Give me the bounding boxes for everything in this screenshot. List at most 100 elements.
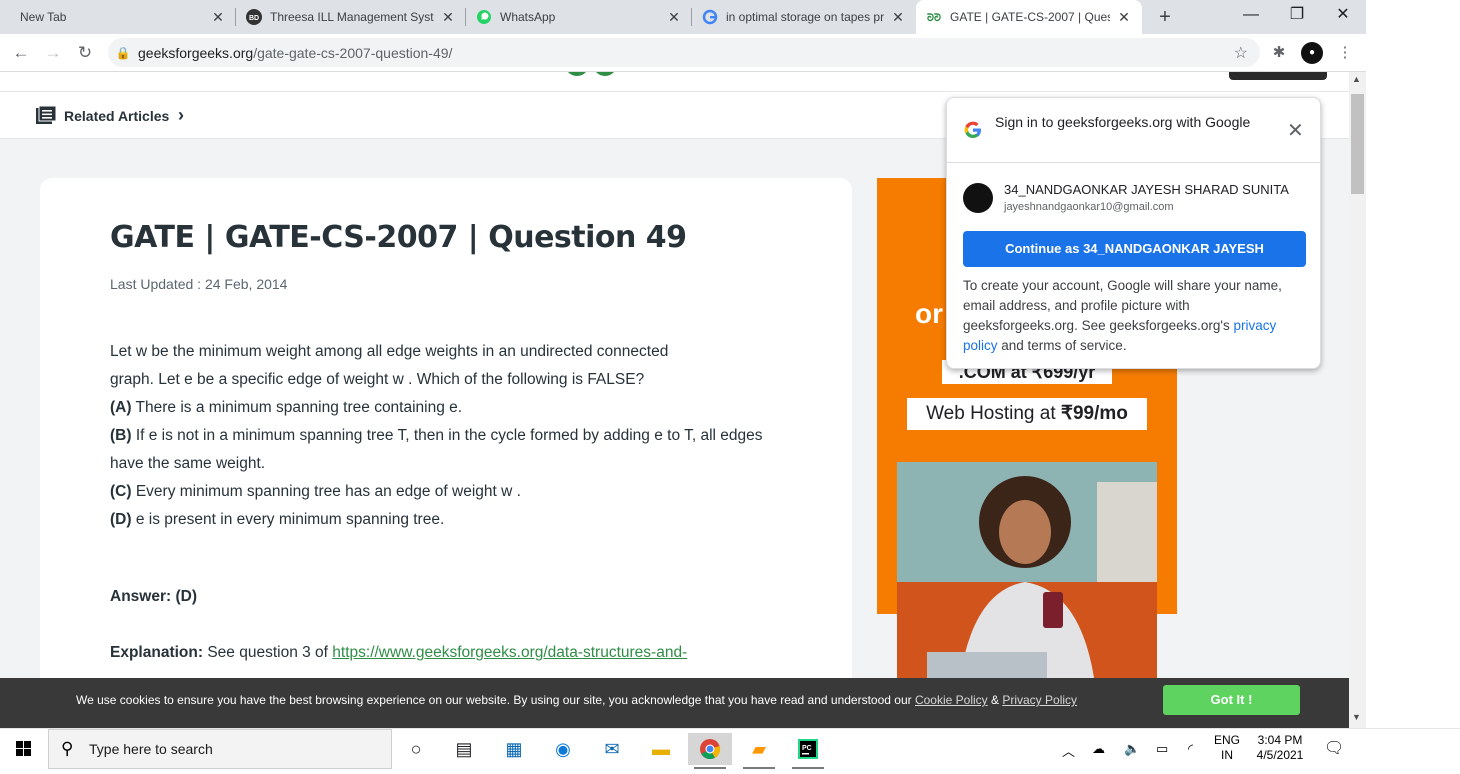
speaker-icon[interactable]: 🔈: [1124, 741, 1140, 757]
signin-title: Sign in to geeksforgeeks.org with Google: [995, 114, 1251, 130]
scroll-up-arrow-icon[interactable]: ▲: [1352, 74, 1361, 84]
tab-new-tab[interactable]: New Tab ✕: [0, 0, 236, 34]
extensions-puzzle-icon[interactable]: ✱: [1268, 42, 1290, 64]
google-signin-popup: Sign in to geeksforgeeks.org with Google…: [946, 97, 1321, 369]
profile-avatar[interactable]: ●: [1301, 42, 1323, 64]
tab-whatsapp[interactable]: WhatsApp ✕: [466, 0, 692, 34]
option-c: (C) Every minimum spanning tree has an e…: [110, 483, 521, 500]
chevron-up-icon[interactable]: ︿: [1062, 741, 1075, 760]
battery-icon[interactable]: ▭: [1156, 741, 1168, 757]
minimize-icon[interactable]: —: [1228, 0, 1274, 34]
svg-text:ᘐᘑ: ᘐᘑ: [927, 12, 941, 24]
question-line: Let w be the minimum weight among all ed…: [110, 343, 669, 360]
account-avatar: [963, 183, 993, 213]
edge-icon[interactable]: ◉: [541, 733, 585, 765]
chevron-right-icon: ›: [178, 105, 184, 125]
cookie-text: We use cookies to ensure you have the be…: [76, 693, 1078, 707]
cortana-circle-icon[interactable]: ○: [394, 733, 438, 765]
mail-icon[interactable]: ✉: [590, 733, 634, 765]
related-articles-label: Related Articles: [64, 108, 170, 124]
search-placeholder: Type here to search: [89, 741, 213, 757]
google-icon: [702, 9, 718, 25]
close-icon[interactable]: ✕: [890, 9, 906, 26]
option-a: (A) There is a minimum spanning tree con…: [110, 399, 463, 416]
address-bar[interactable]: 🔒 geeksforgeeks.org/gate-gate-cs-2007-qu…: [108, 38, 1260, 67]
account-email: jayeshnandgaonkar10@gmail.com: [1004, 201, 1174, 213]
option-b: (B) If e is not in a minimum spanning tr…: [110, 427, 763, 472]
sublime-text-icon[interactable]: ▰: [737, 733, 781, 769]
article-card: GATE | GATE-CS-2007 | Question 49 Last U…: [40, 178, 852, 678]
lock-icon[interactable]: 🔒: [108, 46, 138, 60]
answer: Answer: (D): [110, 588, 197, 605]
last-updated: Last Updated : 24 Feb, 2014: [110, 276, 288, 292]
google-g-icon: [964, 121, 981, 138]
close-icon[interactable]: ✕: [666, 9, 682, 26]
url-path: /gate-gate-cs-2007-question-49/: [253, 44, 453, 61]
ad-partial-text: or: [915, 298, 943, 329]
windows-taskbar: ⚲ Type here to search ○ ▤ ▦ ◉ ✉ ▬ ▰ PC ︿…: [0, 728, 1460, 769]
browser-toolbar: ← → ↻ 🔒 geeksforgeeks.org/gate-gate-cs-2…: [0, 34, 1366, 72]
pycharm-icon[interactable]: PC: [786, 733, 830, 769]
close-icon[interactable]: ✕: [210, 9, 226, 26]
new-tab-button[interactable]: +: [1152, 4, 1178, 30]
gfg-icon: ᘐᘑ: [926, 9, 942, 25]
whatsapp-icon: [476, 9, 492, 25]
cookie-banner: We use cookies to ensure you have the be…: [0, 678, 1349, 728]
explanation-link[interactable]: https://www.geeksforgeeks.org/data-struc…: [332, 644, 687, 661]
close-icon[interactable]: ✕: [1287, 118, 1304, 143]
tab-title: New Tab: [20, 10, 67, 24]
windows-start-icon[interactable]: [0, 729, 48, 769]
onedrive-cloud-icon[interactable]: ☁: [1092, 741, 1105, 757]
notification-icon[interactable]: 🗨: [1324, 738, 1344, 758]
bd-icon: BD: [246, 9, 262, 25]
search-icon: ⚲: [61, 739, 74, 758]
tab-strip: New Tab ✕ BD Threesa ILL Management Syst…: [0, 0, 1366, 34]
tab-google-search[interactable]: in optimal storage on tapes pr ✕: [692, 0, 916, 34]
system-clock[interactable]: 3:04 PM 4/5/2021: [1252, 733, 1308, 763]
ad-hosting-price: Web Hosting at ₹99/mo: [907, 398, 1147, 430]
header-button[interactable]: [1229, 72, 1327, 80]
restore-icon[interactable]: ❐: [1274, 0, 1320, 34]
privacy-policy-link[interactable]: Privacy Policy: [1002, 693, 1077, 707]
tab-threesa[interactable]: BD Threesa ILL Management Syste ✕: [236, 0, 466, 34]
tab-title: in optimal storage on tapes pr: [726, 10, 884, 24]
option-d: (D) e is present in every minimum spanni…: [110, 511, 445, 528]
close-icon[interactable]: ✕: [440, 9, 456, 26]
tab-gate-question[interactable]: ᘐᘑ GATE | GATE-CS-2007 | Questio ✕: [916, 0, 1142, 34]
svg-text:BD: BD: [249, 15, 259, 22]
wifi-icon[interactable]: ◜: [1188, 741, 1193, 757]
svg-text:PC: PC: [802, 745, 812, 752]
reload-icon[interactable]: ↻: [72, 40, 98, 66]
continue-as-button[interactable]: Continue as 34_NANDGAONKAR JAYESH: [963, 231, 1306, 267]
tab-title: GATE | GATE-CS-2007 | Questio: [950, 10, 1110, 24]
page-scrollbar[interactable]: ▲ ▼: [1349, 72, 1366, 728]
taskbar-search-box[interactable]: ⚲ Type here to search: [48, 729, 392, 769]
page-title: GATE | GATE-CS-2007 | Question 49: [110, 220, 687, 255]
gfg-logo[interactable]: [565, 72, 621, 76]
scroll-down-arrow-icon[interactable]: ▼: [1352, 712, 1361, 722]
kebab-menu-icon[interactable]: ⋮: [1334, 42, 1356, 64]
articles-icon: [36, 106, 56, 124]
bookmark-star-icon[interactable]: ☆: [1234, 43, 1248, 63]
account-name: 34_NANDGAONKAR JAYESH SHARAD SUNITA: [1004, 182, 1289, 197]
chrome-icon[interactable]: [688, 733, 732, 769]
task-view-icon[interactable]: ▤: [442, 733, 486, 765]
language-indicator[interactable]: ENG IN: [1214, 733, 1240, 763]
explanation: Explanation: See question 3 of https://w…: [110, 644, 688, 661]
forward-arrow-icon[interactable]: →: [40, 40, 66, 66]
question-line: graph. Let e be a specific edge of weigh…: [110, 371, 645, 388]
close-icon[interactable]: ✕: [1116, 9, 1132, 26]
back-arrow-icon[interactable]: ←: [8, 40, 34, 66]
tab-title: WhatsApp: [500, 10, 556, 24]
scrollbar-thumb[interactable]: [1351, 94, 1364, 194]
desktop-background: [1366, 0, 1460, 728]
site-header-partial: [0, 72, 1349, 92]
cookie-policy-link[interactable]: Cookie Policy: [915, 693, 988, 707]
window-close-icon[interactable]: ✕: [1320, 0, 1366, 34]
question-text: Let w be the minimum weight among all ed…: [110, 338, 790, 534]
store-icon[interactable]: ▦: [492, 733, 536, 765]
file-explorer-icon[interactable]: ▬: [639, 733, 683, 765]
got-it-button[interactable]: Got It !: [1163, 685, 1300, 715]
ad-photo: [897, 462, 1157, 678]
url-host: geeksforgeeks.org: [138, 44, 254, 61]
